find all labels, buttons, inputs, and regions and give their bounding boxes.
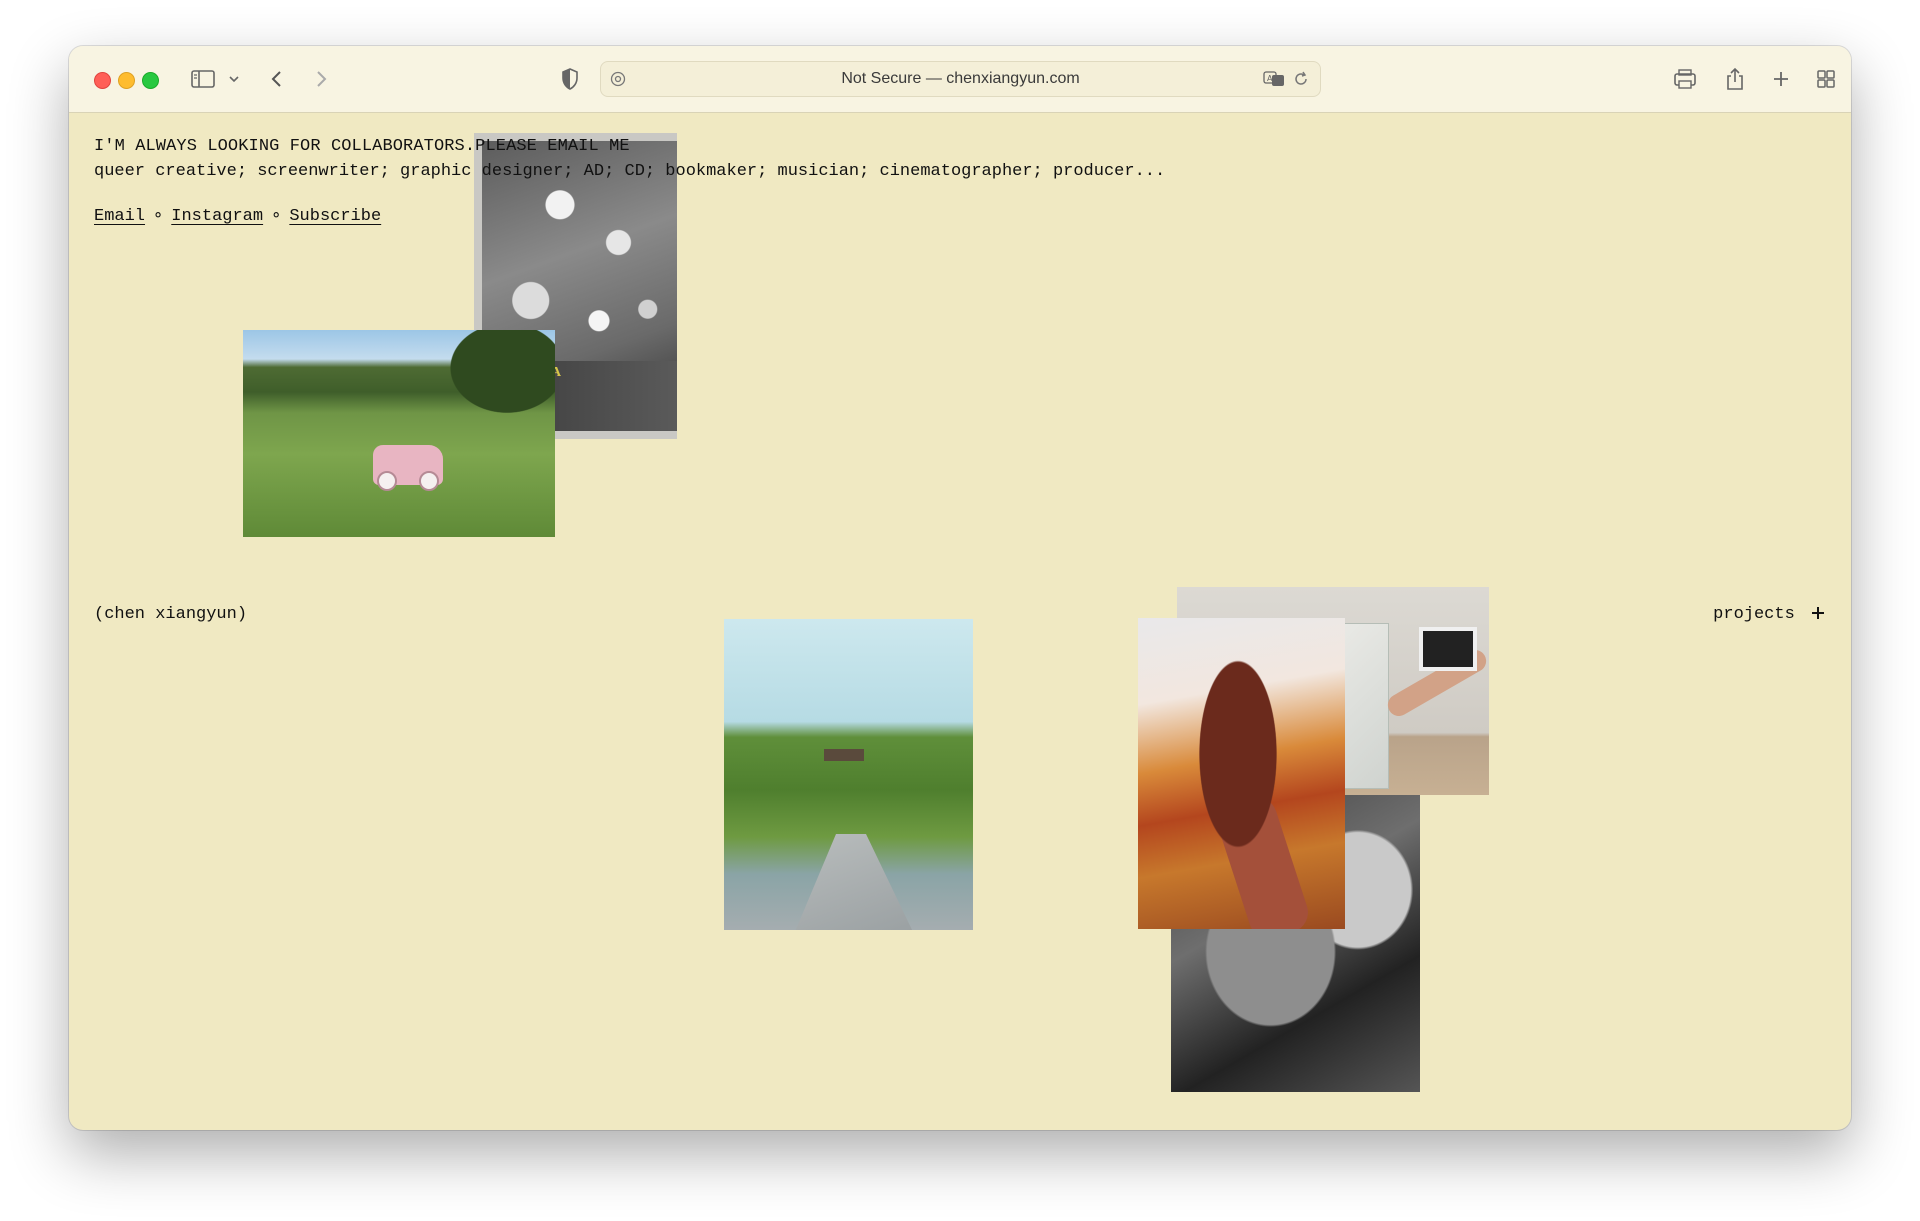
forward-arrow-icon[interactable] [306,64,336,94]
new-tab-plus-icon[interactable] [1766,64,1796,94]
share-icon[interactable] [1720,64,1750,94]
plus-icon [1811,606,1825,626]
sidebar-toggle-icon[interactable] [188,64,218,94]
page-content: A I'M ALWAYS LOOKING FOR COLLABORATORS.P… [69,113,1851,1130]
email-link[interactable]: Email [94,207,145,226]
ultrasound-print [1419,627,1477,671]
link-separator: ∘ [153,207,164,226]
url-text: Not Secure — chenxiangyun.com [841,70,1080,87]
address-bar[interactable]: Not Secure — chenxiangyun.com A [600,61,1321,97]
reload-icon[interactable] [1290,68,1312,90]
tab-overview-icon[interactable] [1811,64,1841,94]
translate-icon[interactable]: A [1262,68,1286,90]
contact-links: Email ∘ Instagram ∘ Subscribe [94,205,381,226]
tree-line [435,330,555,425]
dirt-path [794,834,914,930]
headline: I'M ALWAYS LOOKING FOR COLLABORATORS.PLE… [94,137,630,156]
projects-label: projects [1713,605,1795,624]
browser-window: Not Secure — chenxiangyun.com A A I'M AL… [69,46,1851,1130]
minimize-window-button[interactable] [118,72,135,89]
link-separator: ∘ [271,207,282,226]
hand-silhouette [1178,658,1298,898]
roles-line: queer creative; screenwriter; graphic de… [94,162,1166,181]
instagram-link[interactable]: Instagram [171,207,263,226]
projects-toggle[interactable]: projects [1713,605,1825,626]
pink-toy-car [373,445,443,491]
browser-toolbar: Not Secure — chenxiangyun.com A [69,46,1851,113]
svg-text:A: A [1267,74,1273,83]
grassy-hill-path-photo[interactable] [724,619,973,930]
back-arrow-icon[interactable] [262,64,292,94]
reader-print-icon[interactable] [1670,64,1700,94]
close-window-button[interactable] [94,72,111,89]
hand-red-hair-photo[interactable] [1138,618,1345,929]
hillside-hut [824,749,864,761]
chevron-down-icon[interactable] [219,64,249,94]
zoom-window-button[interactable] [142,72,159,89]
privacy-shield-icon[interactable] [555,64,585,94]
field-toy-car-photo[interactable] [243,330,555,537]
subscribe-link[interactable]: Subscribe [289,207,381,226]
artist-name: (chen xiangyun) [94,605,248,624]
